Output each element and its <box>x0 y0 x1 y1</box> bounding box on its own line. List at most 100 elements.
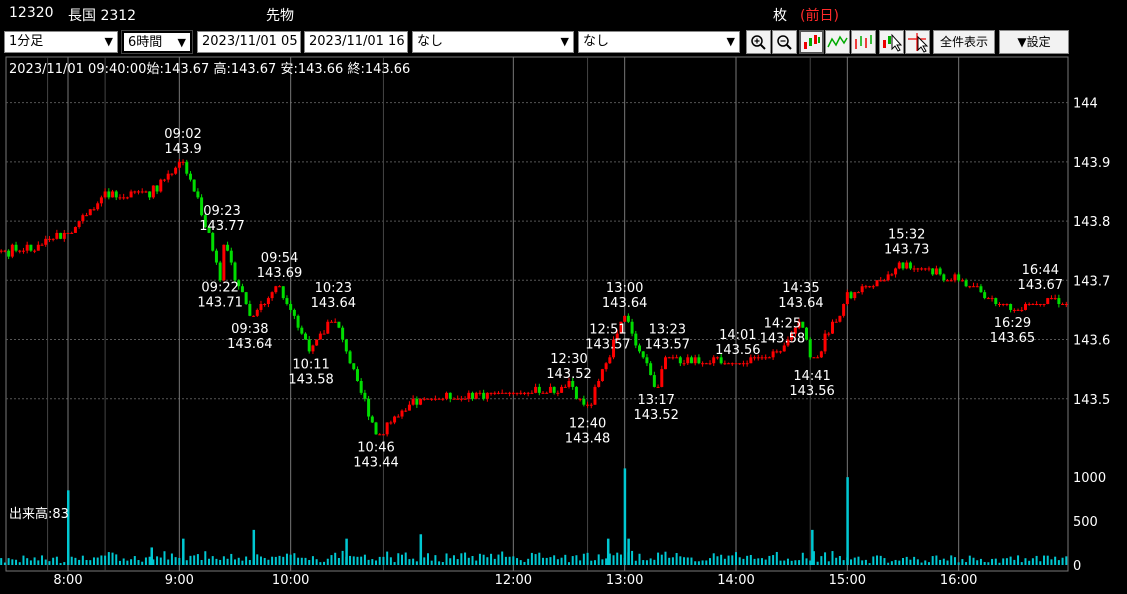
candle-body <box>489 392 493 394</box>
volume-bar <box>642 560 645 565</box>
chevron-down-icon: ▼ <box>177 36 186 49</box>
volume-bar <box>200 559 203 565</box>
volume-bar <box>861 560 864 565</box>
volume-bar <box>163 551 166 565</box>
volume-bar <box>735 552 737 565</box>
settings-button[interactable]: ▼設定 <box>999 30 1069 54</box>
volume-bar <box>141 561 144 565</box>
volume-bar <box>983 561 986 565</box>
candle-body <box>266 298 270 304</box>
candle-body <box>882 280 886 282</box>
candle-body <box>240 286 244 293</box>
candle-body <box>367 398 371 417</box>
annotation-price: 143.73 <box>884 243 930 258</box>
volume-bar <box>727 555 730 565</box>
chevron-down-icon: ▼ <box>560 35 569 48</box>
candle-body <box>972 286 976 288</box>
volume-bar <box>946 560 949 565</box>
candle-body <box>181 161 185 163</box>
candle-body <box>734 363 738 365</box>
volume-bar <box>924 560 927 565</box>
annotation-time: 09:02 <box>164 127 201 142</box>
candle-body <box>36 244 40 251</box>
start-date-input[interactable]: 2023/11/01 05 <box>197 31 301 53</box>
candle-body <box>652 375 656 387</box>
candle-body <box>645 357 649 364</box>
volume-bar <box>345 538 348 565</box>
candle-body <box>252 315 256 317</box>
volume-bar <box>786 558 789 565</box>
candle-body <box>51 238 55 240</box>
volume-bar <box>939 559 942 565</box>
annotation-time: 09:22 <box>201 280 238 295</box>
candle-body <box>222 244 226 281</box>
overlay2-select[interactable]: なし ▼ <box>578 31 740 53</box>
candle-body <box>445 392 449 399</box>
candle-body <box>660 369 664 387</box>
volume-bar <box>649 558 652 565</box>
line-mode-button[interactable] <box>825 30 850 54</box>
annotation-time: 09:23 <box>203 204 240 219</box>
volume-bar <box>78 559 81 565</box>
zoom-in-button[interactable] <box>746 30 771 54</box>
candle-body <box>25 244 29 251</box>
volume-bar <box>196 554 199 565</box>
volume-bar <box>668 557 671 565</box>
candle-body <box>823 333 827 352</box>
volume-bar <box>1061 557 1064 565</box>
bar-mode-button[interactable] <box>851 30 876 54</box>
overlay1-value: なし <box>417 34 444 49</box>
time-tick-label: 13:00 <box>606 573 643 588</box>
candle-body <box>626 315 630 322</box>
candle-body <box>1001 304 1005 305</box>
volume-bar <box>111 552 114 565</box>
candle-body <box>263 304 267 305</box>
overlay1-select[interactable]: なし ▼ <box>412 31 574 53</box>
cursor-alt-tool-button[interactable] <box>905 30 930 54</box>
candle-body <box>808 339 812 358</box>
volume-bar <box>902 558 904 565</box>
candle-body <box>333 321 337 323</box>
volume-bar <box>341 550 344 565</box>
candle-body <box>942 274 946 281</box>
volume-bar <box>801 552 804 565</box>
candle-body <box>370 416 374 423</box>
volume-bar <box>961 559 964 565</box>
volume-bar <box>605 558 608 565</box>
volume-bar <box>482 554 485 565</box>
candle-body <box>7 250 11 257</box>
volume-bar <box>237 557 240 565</box>
candle-body <box>801 321 805 328</box>
candle-body <box>304 333 308 340</box>
candlestick-mode-button[interactable] <box>799 30 824 54</box>
volume-bar <box>920 562 923 565</box>
price-tick-label: 143.9 <box>1073 156 1110 171</box>
volume-bar <box>326 558 329 565</box>
candle-body <box>701 363 705 365</box>
candle-body <box>511 392 515 394</box>
volume-bar <box>853 557 856 565</box>
candle-body <box>162 179 166 181</box>
volume-bar <box>720 554 723 565</box>
volume-bar <box>716 556 719 565</box>
volume-bar <box>259 556 262 565</box>
end-date-input[interactable]: 2023/11/01 16 <box>304 31 408 53</box>
show-all-button[interactable]: 全件表示 <box>933 30 995 54</box>
zoom-out-button[interactable] <box>772 30 797 54</box>
candle-body <box>0 250 3 252</box>
candle-body <box>363 392 367 399</box>
volume-bar <box>1013 559 1016 565</box>
interval-select[interactable]: 1分足 ▼ <box>4 31 118 53</box>
candle-body <box>3 250 7 252</box>
volume-bar <box>1005 558 1008 565</box>
candle-body <box>964 280 968 287</box>
cursor-tool-button[interactable] <box>879 30 904 54</box>
annotation-price: 143.77 <box>199 219 245 234</box>
volume-bar <box>208 558 211 565</box>
candle-body <box>281 286 285 299</box>
price-chart[interactable]: 09:02143.909:23143.7709:22143.7109:38143… <box>0 56 1127 594</box>
volume-bar <box>15 559 18 565</box>
span-select[interactable]: 6時間 ▼ <box>121 30 193 54</box>
candle-body <box>500 392 504 394</box>
candle-body <box>471 392 475 399</box>
